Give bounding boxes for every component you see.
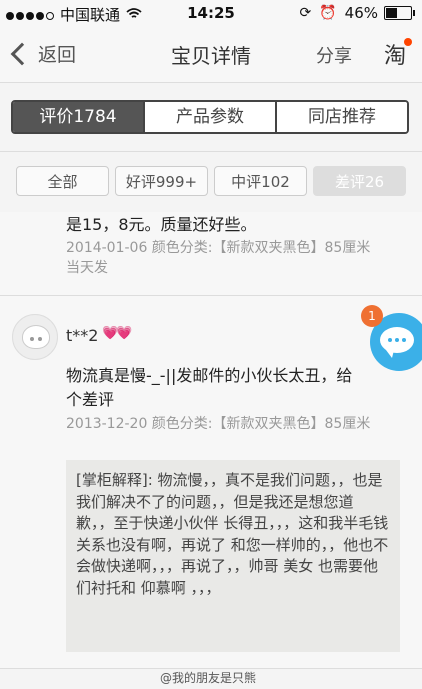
page-title: 宝贝详情 (171, 44, 251, 68)
taobao-button[interactable]: 淘 (383, 38, 412, 70)
review-item: 是15，8元。质量还好些。 2014-01-06 颜色分类:【新款双夹黑色】85… (0, 212, 422, 296)
notification-dot (404, 38, 412, 46)
filter-negative[interactable]: 差评26 (313, 166, 406, 196)
filter-neutral[interactable]: 中评102 (214, 166, 307, 196)
nav-bar: 返回 宝贝详情 分享 淘 (0, 28, 422, 83)
tab-bar: 评价1784 产品参数 同店推荐 (0, 83, 422, 152)
seller-reply: [掌柜解释]: 物流慢，，真不是我们问题，，也是我们解决不了的问题，，但是我还是… (66, 460, 400, 652)
filter-all[interactable]: 全部 (16, 166, 109, 196)
chat-badge: 1 (361, 305, 383, 327)
tab-params[interactable]: 产品参数 (143, 102, 275, 132)
share-button[interactable]: 分享 (316, 42, 352, 68)
review-item: t**2 💗💗 物流真是慢-_-||发邮件的小伙长太丑，给 个差评 2013-1… (0, 296, 422, 669)
review-filters: 全部 好评999+ 中评102 差评26 (0, 152, 422, 212)
battery-percent: 46% (344, 4, 378, 22)
review-text-line: 个差评 (66, 390, 115, 409)
taobao-icon: 淘 (383, 44, 406, 69)
review-meta-cont: 当天发 (66, 260, 108, 276)
watermark: @我的朋友是只熊 (160, 671, 257, 685)
review-meta: 2014-01-06 颜色分类:【新款双夹黑色】85厘米 (66, 240, 371, 256)
filter-positive[interactable]: 好评999+ (115, 166, 208, 196)
alarm-icon: ⏰ (319, 5, 337, 21)
status-bar: 中国联通 14:25 ⟳ ⏰ 46% (0, 0, 422, 28)
avatar[interactable] (12, 314, 58, 360)
tab-same-store[interactable]: 同店推荐 (275, 102, 407, 132)
battery-icon (384, 6, 415, 20)
review-text: 物流真是慢-_-||发邮件的小伙长太丑，给 个差评 (66, 364, 352, 412)
review-text-line: 物流真是慢-_-||发邮件的小伙长太丑，给 (66, 366, 353, 385)
review-text: 是15，8元。质量还好些。 (66, 215, 257, 234)
review-meta: 2013-12-20 颜色分类:【新款双夹黑色】85厘米 (66, 416, 371, 432)
segmented-control: 评价1784 产品参数 同店推荐 (11, 100, 409, 134)
rotation-lock-icon: ⟳ (299, 5, 312, 21)
reviewer-name: t**2 (66, 326, 99, 345)
chat-bubble-icon (380, 327, 414, 358)
tab-reviews[interactable]: 评价1784 (13, 102, 143, 132)
credit-hearts-icon: 💗💗 (102, 326, 132, 341)
avatar-face-icon (22, 325, 50, 349)
